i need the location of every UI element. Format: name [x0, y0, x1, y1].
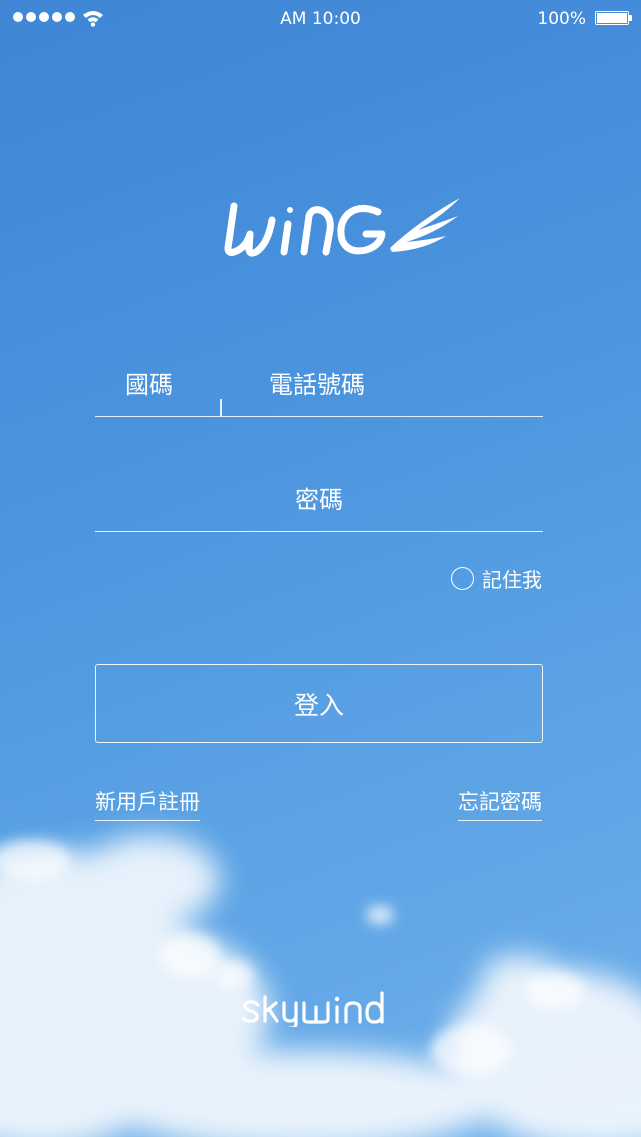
battery-icon	[595, 11, 629, 25]
status-bar: AM 10:00 100%	[0, 0, 641, 38]
country-code-select[interactable]: 國碼	[125, 365, 173, 400]
phone-field-row: 國碼 電話號碼	[95, 355, 543, 417]
wing-logo-icon	[224, 198, 460, 257]
phone-number-input[interactable]: 電話號碼	[269, 365, 365, 400]
login-screen: AM 10:00 100% 國碼 電話號碼 密碼 記住我 登入 新用戶註冊 忘記…	[0, 0, 641, 1137]
field-divider	[220, 399, 222, 416]
cloud-background	[0, 835, 641, 1137]
radio-circle-icon[interactable]	[451, 567, 474, 590]
remember-me-label: 記住我	[482, 568, 542, 592]
battery-percentage: 100%	[537, 9, 586, 29]
password-input[interactable]: 密碼	[95, 480, 543, 515]
register-link[interactable]: 新用戶註冊	[95, 786, 200, 821]
battery-tip	[629, 15, 632, 21]
password-field-row: 密碼	[95, 470, 543, 532]
login-button-label: 登入	[293, 690, 344, 720]
remember-me-toggle[interactable]: 記住我	[451, 564, 542, 593]
login-button[interactable]: 登入	[95, 664, 543, 743]
forgot-password-link[interactable]: 忘記密碼	[458, 786, 542, 821]
skywind-logo-icon	[241, 991, 384, 1027]
